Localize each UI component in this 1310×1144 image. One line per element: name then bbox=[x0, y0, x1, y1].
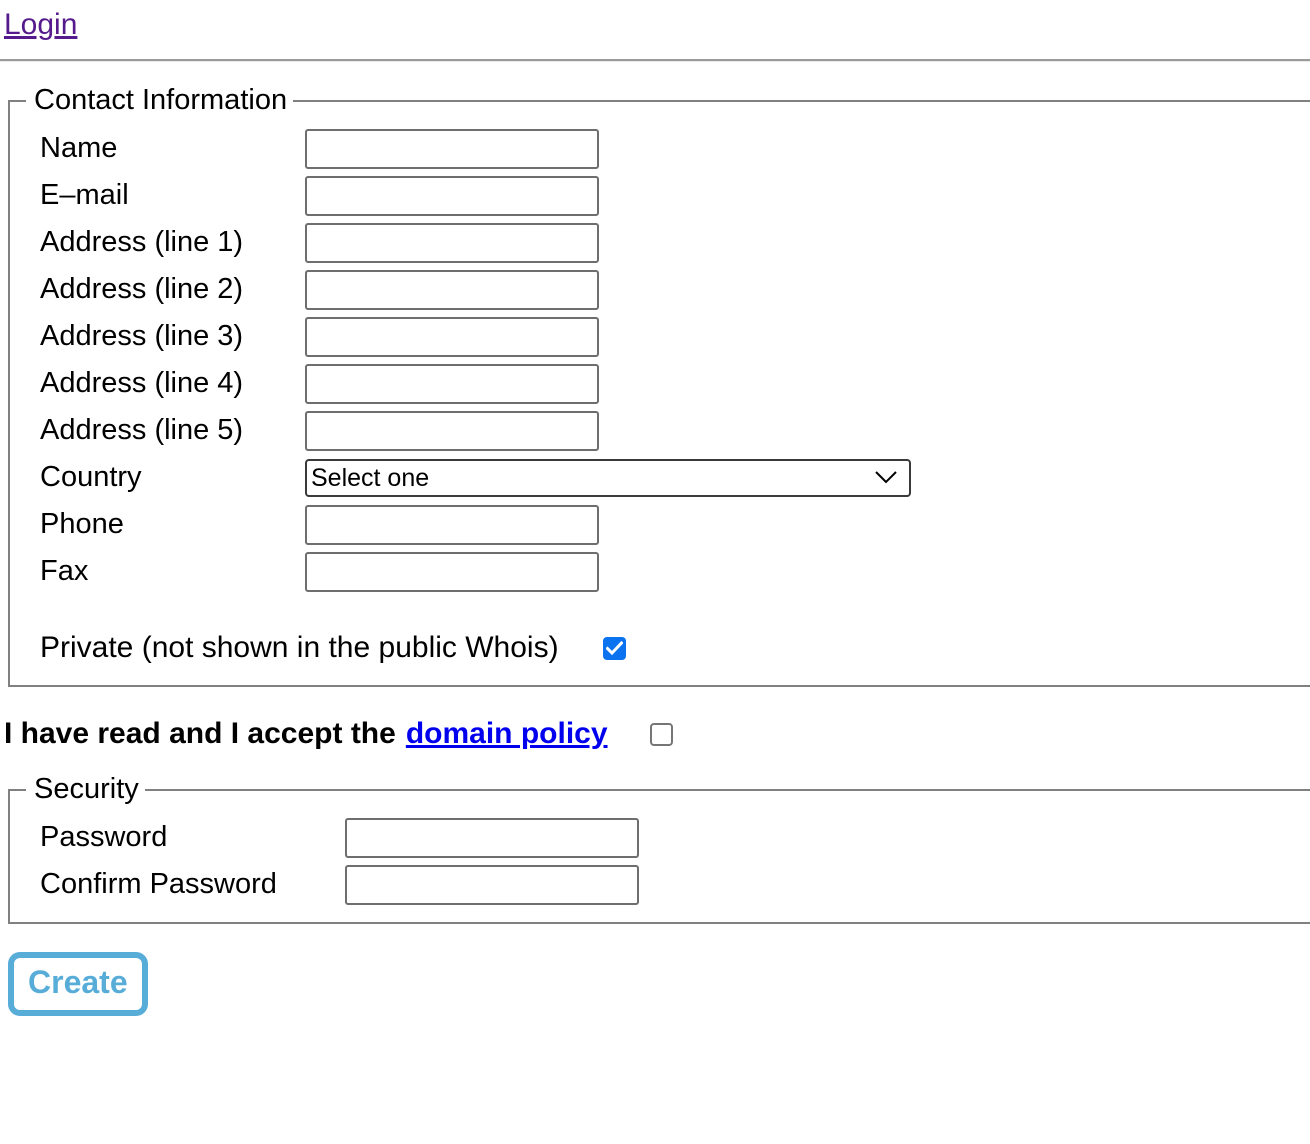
label-address-line-3: Address (line 3) bbox=[40, 320, 244, 352]
confirm-password-input[interactable] bbox=[345, 864, 639, 905]
label-address-line-4: Address (line 4) bbox=[40, 367, 244, 399]
label-address-line-2: Address (line 2) bbox=[40, 273, 244, 305]
create-button[interactable]: Create bbox=[8, 952, 148, 1016]
field-row-password: Password bbox=[40, 814, 1310, 861]
security-fieldset: Security Password Confirm Password bbox=[8, 773, 1310, 924]
address-line-4-input[interactable] bbox=[305, 363, 599, 404]
fax-input[interactable] bbox=[305, 551, 599, 592]
label-confirm-password: Confirm Password bbox=[40, 868, 277, 900]
address-line-2-input[interactable] bbox=[305, 269, 599, 310]
contact-information-legend: Contact Information bbox=[34, 84, 288, 116]
contact-information-fieldset: Contact Information Name E–mail Address … bbox=[8, 84, 1310, 687]
field-row-email: E–mail bbox=[40, 172, 1310, 219]
domain-policy-link[interactable]: domain policy bbox=[406, 717, 608, 751]
private-whois-checkbox[interactable] bbox=[602, 636, 626, 660]
field-row-address-line-4: Address (line 4) bbox=[40, 360, 1310, 407]
private-whois-row: Private (not shown in the public Whois) bbox=[10, 595, 1310, 671]
label-email: E–mail bbox=[40, 179, 129, 211]
accept-policy-checkbox[interactable] bbox=[649, 722, 673, 746]
label-fax: Fax bbox=[40, 555, 89, 587]
field-row-address-line-1: Address (line 1) bbox=[40, 219, 1310, 266]
country-select-wrap: Select one bbox=[305, 458, 911, 497]
field-row-address-line-5: Address (line 5) bbox=[40, 407, 1310, 454]
label-country: Country bbox=[40, 461, 142, 493]
country-select[interactable]: Select one bbox=[305, 458, 911, 497]
label-password: Password bbox=[40, 821, 168, 853]
private-whois-label: Private (not shown in the public Whois) bbox=[40, 631, 559, 664]
accept-policy-text: I have read and I accept the bbox=[4, 717, 396, 750]
phone-input[interactable] bbox=[305, 504, 599, 545]
header-divider bbox=[0, 59, 1310, 62]
accept-policy-row: I have read and I accept the domain poli… bbox=[4, 717, 1310, 751]
private-whois-checkbox-slot bbox=[602, 636, 626, 660]
security-legend: Security bbox=[34, 773, 139, 805]
name-input[interactable] bbox=[305, 128, 599, 169]
email-input[interactable] bbox=[305, 175, 599, 216]
label-name: Name bbox=[40, 132, 118, 164]
field-row-address-line-3: Address (line 3) bbox=[40, 313, 1310, 360]
login-link[interactable]: Login bbox=[4, 8, 77, 41]
password-input[interactable] bbox=[345, 817, 639, 858]
field-row-country: Country Select one bbox=[40, 454, 1310, 501]
actions-bar: Create bbox=[0, 924, 1310, 1016]
field-row-fax: Fax bbox=[40, 548, 1310, 595]
field-row-confirm-password: Confirm Password bbox=[40, 861, 1310, 908]
field-row-address-line-2: Address (line 2) bbox=[40, 266, 1310, 313]
label-address-line-5: Address (line 5) bbox=[40, 414, 244, 446]
address-line-1-input[interactable] bbox=[305, 222, 599, 263]
label-phone: Phone bbox=[40, 508, 124, 540]
address-line-3-input[interactable] bbox=[305, 316, 599, 357]
topbar: Login bbox=[0, 0, 1310, 41]
contact-fields: Name E–mail Address (line 1) Address (li… bbox=[10, 117, 1310, 595]
field-row-phone: Phone bbox=[40, 501, 1310, 548]
accept-policy-checkbox-slot bbox=[649, 722, 673, 746]
security-fields: Password Confirm Password bbox=[10, 806, 1310, 908]
address-line-5-input[interactable] bbox=[305, 410, 599, 451]
label-address-line-1: Address (line 1) bbox=[40, 226, 244, 258]
field-row-name: Name bbox=[40, 125, 1310, 172]
